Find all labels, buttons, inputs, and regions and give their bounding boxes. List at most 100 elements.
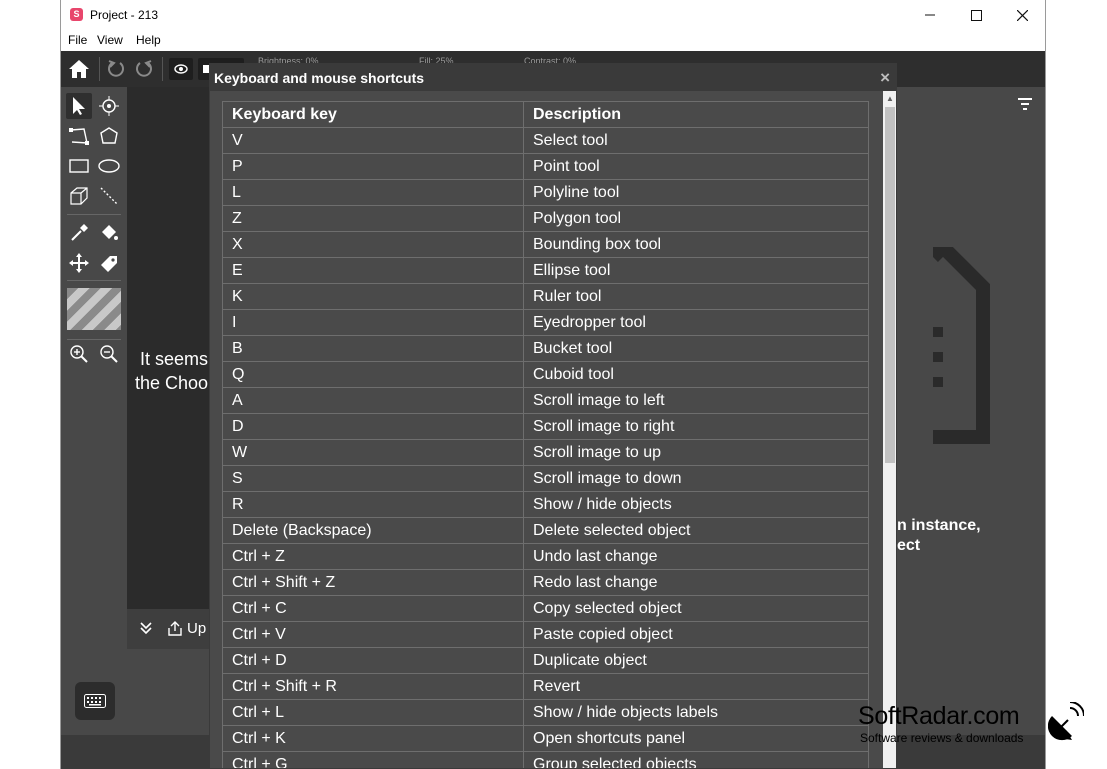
canvas-message-line2: the Choo (135, 373, 209, 393)
tool-panel (61, 87, 127, 735)
zoom-out-icon (100, 345, 118, 363)
home-button[interactable] (67, 57, 91, 81)
dialog-scrollbar[interactable]: ▲ (883, 91, 896, 768)
shortcut-key-cell: Q (222, 361, 524, 388)
menu-file[interactable]: File (68, 33, 87, 47)
undo-icon (108, 60, 124, 77)
shortcut-description-cell: Scroll image to left (523, 387, 869, 414)
upload-button[interactable]: Up (163, 613, 211, 645)
empty-state-illustration-icon (933, 247, 990, 444)
scroll-up-arrow-icon[interactable]: ▲ (883, 91, 896, 105)
ellipse-tool[interactable] (96, 153, 122, 179)
menu-help[interactable]: Help (136, 33, 161, 47)
tool-divider (67, 214, 121, 215)
table-row: P Point tool (222, 153, 869, 180)
shortcut-key-cell: K (222, 283, 524, 310)
shortcuts-button[interactable] (75, 682, 115, 720)
eyedropper-icon (71, 224, 88, 241)
ruler-tool[interactable] (96, 183, 122, 209)
table-row: Ctrl + D Duplicate object (222, 647, 869, 674)
menu-bar: File View Help (61, 30, 1045, 51)
cuboid-tool[interactable] (66, 183, 92, 209)
table-row: K Ruler tool (222, 283, 869, 310)
scroll-thumb[interactable] (885, 107, 895, 463)
menu-view[interactable]: View (97, 33, 123, 47)
dialog-title: Keyboard and mouse shortcuts (214, 70, 425, 86)
minimize-button[interactable] (907, 0, 953, 30)
chevrons-down-icon (140, 622, 152, 635)
table-row: Ctrl + Shift + R Revert (222, 673, 869, 700)
shortcut-description-cell: Point tool (523, 153, 869, 180)
table-row: D Scroll image to right (222, 413, 869, 440)
column-header-key: Keyboard key (222, 101, 524, 128)
eyedropper-tool[interactable] (66, 220, 92, 246)
collapse-button[interactable] (139, 621, 153, 640)
redo-button[interactable] (132, 57, 156, 81)
ellipse-icon (98, 159, 120, 173)
shortcut-description-cell: Scroll image to right (523, 413, 869, 440)
watermark-subtitle: Software reviews & downloads (860, 731, 1024, 745)
shortcut-key-cell: Ctrl + Shift + R (222, 673, 524, 700)
undo-button[interactable] (104, 57, 128, 81)
shortcut-key-cell: Ctrl + K (222, 725, 524, 752)
table-row: R Show / hide objects (222, 491, 869, 518)
shortcut-key-cell: Delete (Backspace) (222, 517, 524, 544)
shortcut-description-cell: Polygon tool (523, 205, 869, 232)
tool-divider (67, 280, 121, 281)
right-panel: n instance, ect (897, 87, 1045, 735)
shortcut-key-cell: D (222, 413, 524, 440)
shortcut-description-cell: Revert (523, 673, 869, 700)
move-tool[interactable] (66, 250, 92, 276)
polyline-tool[interactable] (66, 123, 92, 149)
shortcut-key-cell: R (222, 491, 524, 518)
dialog-header: Keyboard and mouse shortcuts × (210, 64, 896, 91)
shortcut-key-cell: Ctrl + Z (222, 543, 524, 570)
shortcut-description-cell: Bucket tool (523, 335, 869, 362)
shortcuts-table: Keyboard key Description V Select tool P Po… (222, 101, 869, 768)
minimize-icon (925, 14, 935, 16)
shortcut-description-cell: Paste copied object (523, 621, 869, 648)
bucket-icon (102, 225, 118, 240)
polygon-tool[interactable] (96, 123, 122, 149)
zoom-in-button[interactable] (66, 341, 92, 367)
bucket-tool[interactable] (96, 220, 122, 246)
point-tool[interactable] (96, 93, 122, 119)
canvas-message-line1: It seems (140, 349, 209, 369)
upload-label: Up (187, 620, 207, 637)
image-canvas[interactable]: It seems the Choo (127, 87, 211, 609)
select-tool[interactable] (66, 93, 92, 119)
shortcut-description-cell: Scroll image to up (523, 439, 869, 466)
zoom-out-button[interactable] (96, 341, 122, 367)
table-row: Ctrl + L Show / hide objects labels (222, 699, 869, 726)
visibility-toggle[interactable] (169, 58, 193, 80)
table-row: W Scroll image to up (222, 439, 869, 466)
polyline-icon (69, 128, 89, 145)
table-row: E Ellipse tool (222, 257, 869, 284)
rectangle-tool[interactable] (66, 153, 92, 179)
shortcut-key-cell: P (222, 153, 524, 180)
label-icon (101, 256, 117, 272)
table-row: Ctrl + Shift + Z Redo last change (222, 569, 869, 596)
shortcut-key-cell: X (222, 231, 524, 258)
close-window-button[interactable] (999, 0, 1045, 30)
fill-pattern-swatch[interactable] (67, 288, 121, 330)
app-logo-icon: S (70, 8, 83, 21)
redo-icon (136, 60, 152, 77)
zoom-in-icon (70, 345, 88, 363)
label-tool[interactable] (96, 250, 122, 276)
table-row: Delete (Backspace) Delete selected object (222, 517, 869, 544)
maximize-button[interactable] (953, 0, 999, 30)
watermark-title: SoftRadar.com (858, 702, 1020, 730)
shortcut-description-cell: Duplicate object (523, 647, 869, 674)
table-row: Ctrl + V Paste copied object (222, 621, 869, 648)
shortcut-key-cell: Ctrl + C (222, 595, 524, 622)
filter-button[interactable] (1018, 97, 1032, 115)
dialog-close-button[interactable]: × (880, 68, 890, 88)
column-header-description: Description (523, 101, 869, 128)
shortcut-description-cell: Open shortcuts panel (523, 725, 869, 752)
satellite-dish-icon (1048, 702, 1084, 741)
select-arrow-icon (73, 97, 85, 115)
table-row: Q Cuboid tool (222, 361, 869, 388)
shortcut-description-cell: Ruler tool (523, 283, 869, 310)
bottom-bar: Up (127, 609, 211, 649)
